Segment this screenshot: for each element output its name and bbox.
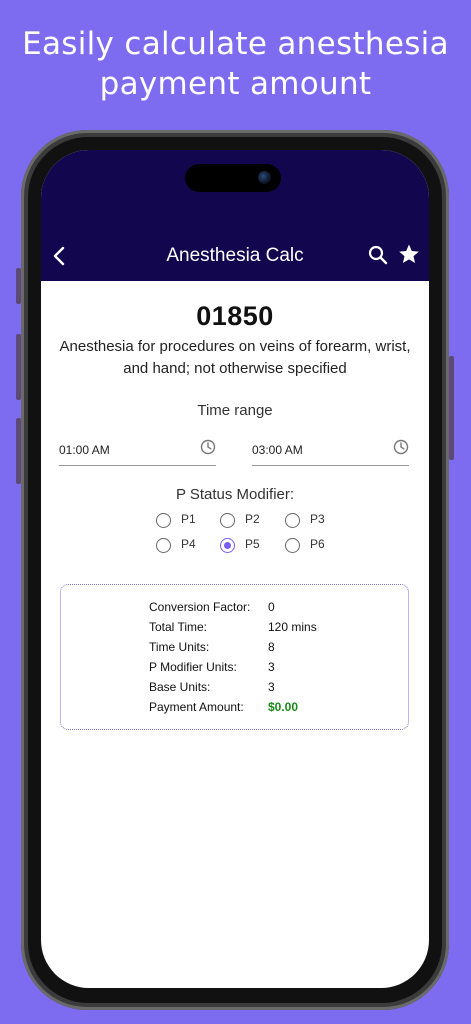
promo-line-2: payment amount: [99, 66, 372, 102]
camera-lens-icon: [258, 171, 271, 184]
summary-label: Base Units:: [149, 680, 211, 694]
payment-amount-value: $0.00: [268, 700, 299, 714]
star-icon: [399, 244, 419, 263]
end-time-value: 03:00 AM: [252, 443, 303, 457]
end-time-field[interactable]: 03:00 AM: [252, 437, 409, 466]
radio-circle[interactable]: [220, 513, 235, 528]
clock-icon[interactable]: [200, 439, 216, 455]
clock-icon[interactable]: [393, 439, 409, 455]
summary-value: 3: [268, 680, 275, 694]
back-arrow-icon: [53, 246, 65, 266]
radio-label: P3: [310, 512, 325, 526]
phone-frame: Anesthesia Calc 01850 Anesthesia for pro…: [21, 130, 449, 1010]
status-bar: [41, 150, 429, 230]
summary-label: Total Time:: [149, 620, 208, 634]
dynamic-island: [185, 164, 281, 192]
back-button[interactable]: [49, 244, 71, 268]
radio-label: P2: [245, 512, 260, 526]
radio-label: P1: [181, 512, 196, 526]
summary-value: 3: [268, 660, 275, 674]
radio-label: P4: [181, 537, 196, 551]
radio-circle[interactable]: [156, 538, 171, 553]
search-button[interactable]: [367, 243, 389, 267]
summary-value: 8: [268, 640, 275, 654]
start-time-field[interactable]: 01:00 AM: [59, 437, 216, 466]
summary-label: P Modifier Units:: [149, 660, 237, 674]
summary-value: 120 mins: [268, 620, 317, 634]
radio-label: P6: [310, 537, 325, 551]
procedure-code: 01850: [196, 301, 274, 331]
summary-label: Time Units:: [149, 640, 210, 654]
search-icon: [368, 245, 388, 265]
promo-line-1: Easily calculate anesthesia: [22, 26, 449, 62]
radio-label: P5: [245, 537, 260, 551]
summary-value: 0: [268, 600, 275, 614]
summary-label: Conversion Factor:: [149, 600, 251, 614]
time-range-label: Time range: [197, 402, 273, 419]
radio-circle-selected[interactable]: [220, 538, 235, 553]
radio-circle[interactable]: [156, 513, 171, 528]
favorite-button[interactable]: [397, 242, 421, 266]
radio-circle[interactable]: [285, 513, 300, 528]
summary-label: Payment Amount:: [149, 700, 244, 714]
payment-summary-card: Conversion Factor: 0 Total Time: 120 min…: [60, 584, 409, 730]
app-bar: Anesthesia Calc: [41, 230, 429, 281]
phone-power-button: [449, 356, 454, 460]
procedure-description: Anesthesia for procedures on veins of fo…: [59, 338, 411, 377]
radio-circle[interactable]: [285, 538, 300, 553]
p-status-label: P Status Modifier:: [175, 486, 295, 503]
promo-headline: Easily calculate anesthesia payment amou…: [0, 24, 471, 104]
phone-screen: Anesthesia Calc 01850 Anesthesia for pro…: [41, 150, 429, 988]
start-time-value: 01:00 AM: [59, 443, 110, 457]
